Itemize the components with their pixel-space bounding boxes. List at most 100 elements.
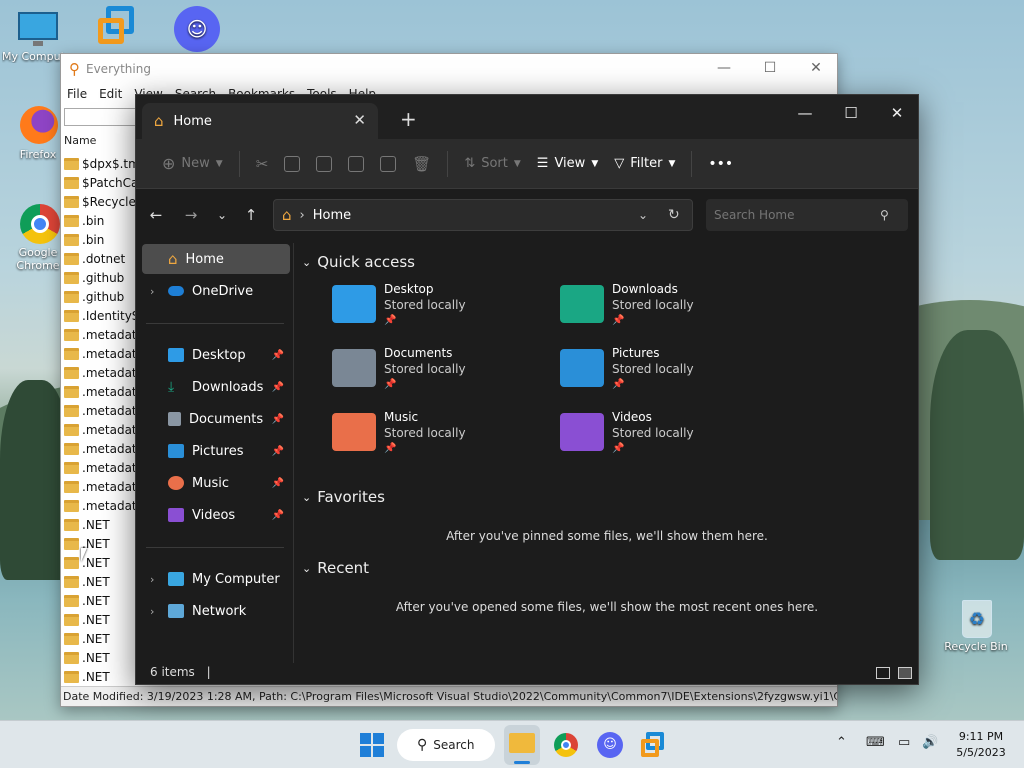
show-hidden-icons-button[interactable]: ⌃ (836, 735, 847, 750)
file-list-row[interactable]: .metadata (64, 496, 140, 515)
desktop-icon-discord[interactable]: ☺ (158, 6, 230, 52)
file-list-row[interactable]: .metadata (64, 439, 140, 458)
file-list-row[interactable]: .metadata (64, 420, 140, 439)
file-list-row[interactable]: .NET (64, 648, 140, 667)
sidebar-item-documents[interactable]: Documents 📌 (142, 404, 290, 434)
section-quick-access[interactable]: ⌄ Quick access (302, 253, 415, 271)
everything-search-input[interactable] (64, 108, 138, 126)
minimize-button[interactable]: — (701, 54, 747, 84)
maximize-button[interactable]: ☐ (828, 99, 874, 127)
taskbar-chrome[interactable] (550, 729, 582, 761)
sort-button[interactable]: ⇅ Sort ▼ (456, 147, 528, 181)
quick-access-videos[interactable]: Videos Stored locally 📌 (560, 409, 780, 469)
column-header-name[interactable]: Name (64, 134, 96, 147)
close-tab-icon[interactable]: ✕ (353, 111, 366, 129)
file-list-row[interactable]: .NET (64, 629, 140, 648)
file-list-row[interactable]: .metadata (64, 477, 140, 496)
cut-button[interactable]: ✂ (248, 147, 277, 181)
file-list-row[interactable]: .dotnet (64, 249, 140, 268)
taskbar-file-explorer[interactable] (504, 725, 540, 765)
search-input[interactable] (706, 199, 908, 231)
sidebar-item-onedrive[interactable]: › OneDrive (142, 276, 290, 306)
file-list-row[interactable]: .NET (64, 610, 140, 629)
desktop-icon-vmware[interactable] (82, 6, 154, 48)
file-list-row[interactable]: .metadata (64, 344, 140, 363)
quick-access-desktop[interactable]: Desktop Stored locally 📌 (332, 281, 552, 341)
close-button[interactable]: ✕ (874, 99, 920, 127)
more-options-button[interactable]: ••• (700, 147, 741, 181)
quick-access-documents[interactable]: Documents Stored locally 📌 (332, 345, 552, 405)
display-icon[interactable]: ▭ (898, 735, 910, 750)
keyboard-icon[interactable]: ⌨ (866, 735, 885, 750)
file-list-row[interactable]: .bin (64, 230, 140, 249)
file-list-row[interactable]: $PatchCache$ (64, 173, 140, 192)
file-list-row[interactable]: .NET (64, 534, 140, 553)
copy-button[interactable] (276, 147, 308, 181)
quick-access-pictures[interactable]: Pictures Stored locally 📌 (560, 345, 780, 405)
sidebar-item-network[interactable]: › Network (142, 596, 290, 626)
taskbar-search-button[interactable]: ⚲ Search (397, 729, 495, 761)
sidebar-item-pictures[interactable]: Pictures 📌 (142, 436, 290, 466)
file-list-row[interactable]: .NET (64, 572, 140, 591)
file-list-row[interactable]: .github (64, 268, 140, 287)
share-button[interactable] (372, 147, 404, 181)
quick-access-music[interactable]: Music Stored locally 📌 (332, 409, 552, 469)
close-button[interactable]: ✕ (793, 54, 839, 84)
file-list-row[interactable]: .NET (64, 515, 140, 534)
back-button[interactable]: ← (144, 203, 168, 227)
taskbar-discord[interactable]: ☺ (594, 729, 626, 761)
minimize-button[interactable]: — (782, 99, 828, 127)
address-segment-home[interactable]: Home (313, 208, 351, 223)
volume-icon[interactable]: 🔊 (922, 735, 938, 750)
menu-edit[interactable]: Edit (99, 87, 122, 101)
file-list-row[interactable]: .metadata (64, 325, 140, 344)
address-bar[interactable]: ⌂ › Home ⌄ ↻ (273, 199, 693, 231)
file-list-row[interactable]: .bin (64, 211, 140, 230)
chevron-right-icon[interactable]: › (150, 285, 154, 298)
chevron-right-icon[interactable]: › (150, 605, 154, 618)
file-list-row[interactable]: .metadata (64, 382, 140, 401)
new-button[interactable]: ⊕ New ▼ (154, 147, 231, 181)
details-view-button[interactable] (876, 667, 890, 679)
file-list-row[interactable]: .NET (64, 591, 140, 610)
maximize-button[interactable]: ☐ (747, 54, 793, 84)
file-list-row[interactable]: .IdentityService (64, 306, 140, 325)
sidebar-item-home[interactable]: ⌂ Home (142, 244, 290, 274)
sidebar-item-videos[interactable]: Videos 📌 (142, 500, 290, 530)
tiles-view-button[interactable] (898, 667, 912, 679)
file-list-row[interactable]: $Recycle.Bin (64, 192, 140, 211)
file-list-row[interactable]: .metadata (64, 401, 140, 420)
sidebar-item-music[interactable]: Music 📌 (142, 468, 290, 498)
filter-button[interactable]: ▽ Filter ▼ (606, 147, 683, 181)
clock[interactable]: 9:11 PM 5/5/2023 (944, 729, 1018, 761)
tab-home[interactable]: ⌂ Home ✕ (142, 103, 378, 139)
address-dropdown-icon[interactable]: ⌄ (638, 208, 648, 222)
refresh-icon[interactable]: ↻ (668, 207, 680, 223)
menu-file[interactable]: File (67, 87, 87, 101)
taskbar-vmware[interactable] (638, 729, 670, 761)
paste-button[interactable] (308, 147, 340, 181)
view-button[interactable]: ☰ View ▼ (529, 147, 606, 181)
chevron-right-icon[interactable]: › (150, 573, 154, 586)
file-list-row[interactable]: .NET (64, 667, 140, 686)
rename-button[interactable] (340, 147, 372, 181)
section-recent[interactable]: ⌄ Recent (302, 559, 369, 577)
file-list-row[interactable]: .metadata (64, 363, 140, 382)
explorer-window[interactable]: ⌂ Home ✕ + — ☐ ✕ ⊕ New ▼ ✂ 🗑 ⇅ Sort ▼ ☰ … (135, 94, 919, 685)
sidebar-item-downloads[interactable]: ⤓ Downloads 📌 (142, 372, 290, 402)
file-list-row[interactable]: .github (64, 287, 140, 306)
up-button[interactable]: ↑ (239, 203, 263, 227)
everything-title-bar[interactable]: ⚲ Everything — ☐ ✕ (61, 54, 837, 84)
file-list-row[interactable]: .NET (64, 553, 140, 572)
file-list-row[interactable]: .metadata (64, 458, 140, 477)
section-favorites[interactable]: ⌄ Favorites (302, 488, 385, 506)
sidebar-item-desktop[interactable]: Desktop 📌 (142, 340, 290, 370)
forward-button[interactable]: → (179, 203, 203, 227)
desktop-icon-recycle-bin[interactable]: ♻ Recycle Bin (940, 598, 1012, 653)
delete-button[interactable]: 🗑 (404, 147, 439, 181)
recent-locations-button[interactable]: ⌄ (210, 203, 234, 227)
new-tab-button[interactable]: + (400, 107, 417, 131)
start-button[interactable] (356, 729, 388, 761)
quick-access-downloads[interactable]: Downloads Stored locally 📌 (560, 281, 780, 341)
file-list-row[interactable]: $dpx$.tmp (64, 154, 140, 173)
